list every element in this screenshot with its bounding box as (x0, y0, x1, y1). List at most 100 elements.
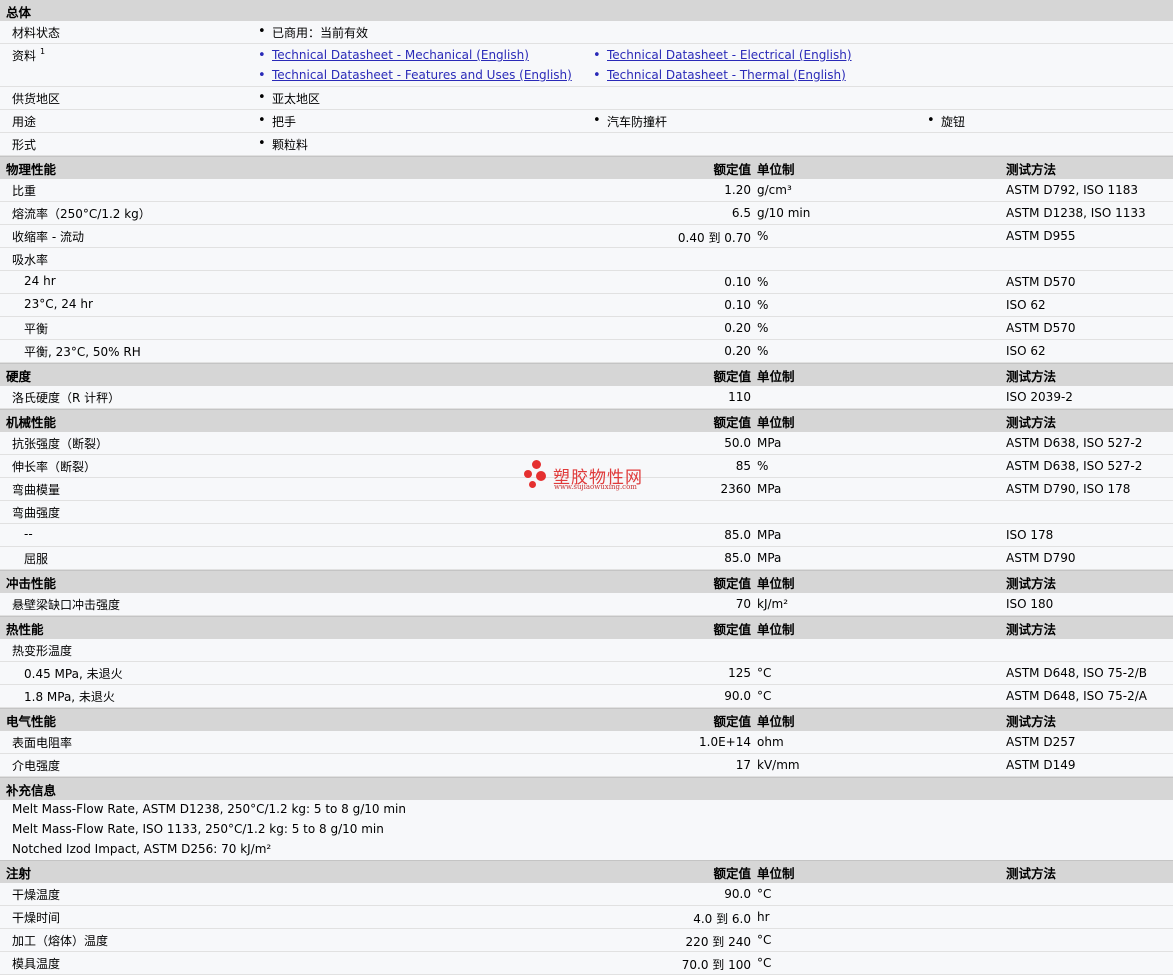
row-method: ASTM D1238, ISO 1133 (1006, 206, 1146, 220)
column-header-method: 测试方法 (1006, 622, 1057, 637)
row-label: 平衡 (24, 322, 49, 336)
row-form: 形式 颗粒料 (0, 133, 1173, 156)
row-value: 2360 (720, 482, 751, 496)
row-unit: °C (757, 933, 772, 947)
row-value: 110 (728, 390, 751, 404)
row-label: 形式 (12, 138, 37, 152)
column-header-value: 额定值 (713, 576, 751, 591)
row-label: 1.8 MPa, 未退火 (24, 690, 115, 704)
table-row: 24 hr 0.10% ASTM D570 (0, 271, 1173, 294)
row-value: 85 (735, 459, 751, 473)
table-row: 洛氏硬度（R 计秤） 110 ISO 2039-2 (0, 386, 1173, 409)
row-label: 屈服 (24, 552, 49, 566)
status-value: 已商用：当前有效 (258, 24, 368, 41)
row-value: 0.10 (724, 298, 751, 312)
column-header-unit: 单位制 (757, 576, 795, 591)
row-unit: kV/mm (757, 758, 800, 772)
row-label: 弯曲模量 (12, 483, 61, 497)
section-physical-header: 物理性能 额定值 单位制 测试方法 (0, 156, 1173, 179)
row-value: 1.20 (724, 183, 751, 197)
note-text: Melt Mass-Flow Rate, ISO 1133, 250°C/1.2… (12, 822, 384, 836)
row-value: 4.0 到 6.0 (693, 912, 751, 926)
note-line: Melt Mass-Flow Rate, ASTM D1238, 250°C/1… (0, 800, 1173, 820)
row-unit: % (757, 298, 769, 312)
doc-link-electrical[interactable]: Technical Datasheet - Electrical (Englis… (593, 48, 852, 63)
table-row: 平衡, 23°C, 50% RH 0.20% ISO 62 (0, 340, 1173, 363)
table-row: 1.8 MPa, 未退火 90.0 °C ASTM D648, ISO 75-2/A (0, 685, 1173, 708)
table-row: 加工（熔体）温度 220 到 240 °C (0, 929, 1173, 952)
row-value: 70 (735, 597, 751, 611)
row-value: 0.40 到 0.70 (677, 231, 751, 245)
column-header-value: 额定值 (713, 162, 751, 177)
row-method: ASTM D149 (1006, 758, 1076, 772)
table-row: -- 85.0 MPa ISO 178 (0, 524, 1173, 547)
row-label: 资料 1 (12, 47, 46, 63)
row-unit: °C (757, 956, 772, 970)
section-title: 电气性能 (6, 714, 57, 729)
row-label: 伸长率（断裂） (12, 460, 97, 474)
row-unit: MPa (757, 436, 782, 450)
row-label: -- (24, 527, 33, 541)
row-unit: hr (757, 910, 770, 924)
row-label: 介电强度 (12, 759, 61, 773)
section-title: 注射 (6, 866, 32, 881)
section-title: 冲击性能 (6, 576, 57, 591)
row-label: 表面电阻率 (12, 736, 73, 750)
row-value: 85.0 (724, 528, 751, 542)
row-value: 1.0E+14 (699, 735, 751, 749)
section-title: 补充信息 (6, 783, 57, 798)
row-material-status: 材料状态 已商用：当前有效 (0, 21, 1173, 44)
row-value: 90.0 (724, 887, 751, 901)
property-sections: 物理性能 额定值 单位制 测试方法 比重 1.20 g/cm³ ASTM D792, ISO … (0, 156, 1173, 975)
row-value: 17 (735, 758, 751, 772)
note-text: Notched Izod Impact, ASTM D256: 70 kJ/m² (12, 842, 272, 856)
row-label: 供货地区 (12, 92, 61, 106)
row-value: 90.0 (724, 689, 751, 703)
table-row: 表面电阻率 1.0E+14 ohm ASTM D257 (0, 731, 1173, 754)
row-unit: MPa (757, 551, 782, 565)
row-method: ISO 62 (1006, 344, 1046, 358)
row-region: 供货地区 亚太地区 (0, 87, 1173, 110)
table-row: 干燥时间 4.0 到 6.0 hr (0, 906, 1173, 929)
row-unit: °C (757, 666, 772, 680)
row-label: 干燥温度 (12, 888, 61, 902)
column-header-value: 额定值 (713, 622, 751, 637)
row-value: 125 (728, 666, 751, 680)
row-method: ASTM D648, ISO 75-2/A (1006, 689, 1147, 703)
table-row: 熔流率（250°C/1.2 kg） 6.5 g/10 min ASTM D1238, … (0, 202, 1173, 225)
row-label: 熔流率（250°C/1.2 kg） (12, 207, 151, 221)
doc-link-features[interactable]: Technical Datasheet - Features and Uses … (258, 68, 572, 83)
row-label: 收缩率 - 流动 (12, 230, 84, 244)
section-supplement-header: 补充信息 (0, 777, 1173, 800)
table-row: 抗张强度（断裂） 50.0 MPa ASTM D638, ISO 527-2 (0, 432, 1173, 455)
doc-link-thermal[interactable]: Technical Datasheet - Thermal (English) (593, 68, 846, 83)
row-unit: % (757, 321, 769, 335)
column-header-unit: 单位制 (757, 866, 795, 881)
section-title: 机械性能 (6, 415, 57, 430)
row-label: 吸水率 (12, 253, 49, 267)
doc-link-mechanical[interactable]: Technical Datasheet - Mechanical (Englis… (258, 48, 529, 63)
row-method: ASTM D257 (1006, 735, 1076, 749)
row-value: 0.20 (724, 321, 751, 335)
row-unit: MPa (757, 482, 782, 496)
row-method: ASTM D790 (1006, 551, 1076, 565)
column-header-method: 测试方法 (1006, 415, 1057, 430)
row-method: ISO 180 (1006, 597, 1054, 611)
table-row: 介电强度 17 kV/mm ASTM D149 (0, 754, 1173, 777)
region-value: 亚太地区 (258, 90, 320, 107)
section-hardness-header: 硬度 额定值 单位制 测试方法 (0, 363, 1173, 386)
row-uses: 用途 把手 汽车防撞杆 旋钮 (0, 110, 1173, 133)
table-row: 比重 1.20 g/cm³ ASTM D792, ISO 1183 (0, 179, 1173, 202)
section-impact-header: 冲击性能 额定值 单位制 测试方法 (0, 570, 1173, 593)
row-label: 23°C, 24 hr (24, 297, 93, 311)
row-label: 模具温度 (12, 957, 61, 971)
row-label: 24 hr (24, 274, 56, 288)
watermark-url: www.sujiaowuxing.com (554, 483, 637, 491)
footnote-mark: 1 (40, 47, 46, 56)
row-label: 平衡, 23°C, 50% RH (24, 345, 141, 359)
row-label: 用途 (12, 115, 37, 129)
column-header-unit: 单位制 (757, 162, 795, 177)
row-label: 比重 (12, 184, 37, 198)
note-line: Notched Izod Impact, ASTM D256: 70 kJ/m² (0, 840, 1173, 860)
row-method: ASTM D792, ISO 1183 (1006, 183, 1139, 197)
